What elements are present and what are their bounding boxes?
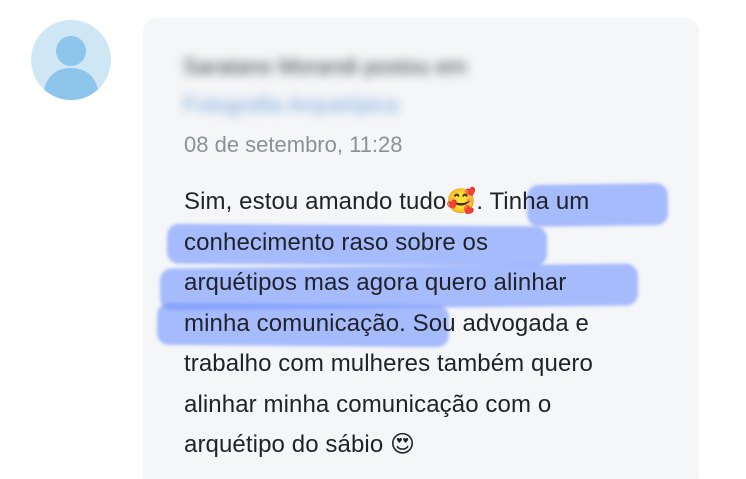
user-silhouette-icon (43, 36, 99, 100)
post-group-link[interactable]: Fotografia Arquetípica (183, 90, 398, 120)
message-line: minha comunicação. Sou advogada e (184, 309, 589, 337)
post-message: Sim, estou amando tudo🥰. Tinha um conhec… (184, 182, 684, 466)
message-line: arquétipo do sábio 😍 (184, 431, 416, 458)
post-author-line[interactable]: Saratano Morandi postou em (183, 52, 467, 82)
post-timestamp: 08 de setembro, 11:28 (184, 132, 403, 157)
message-line: conhecimento raso sobre os (184, 228, 489, 256)
message-line: alinhar minha comunicação com o (184, 390, 552, 418)
message-line: trabalho com mulheres também quero (184, 350, 593, 377)
message-line: Sim, estou amando tudo🥰. Tinha um (184, 188, 590, 215)
avatar[interactable] (31, 20, 111, 100)
message-line: arquétipos mas agora quero alinhar (184, 269, 567, 296)
post-page: Saratano Morandi postou em Fotografia Ar… (0, 0, 746, 479)
